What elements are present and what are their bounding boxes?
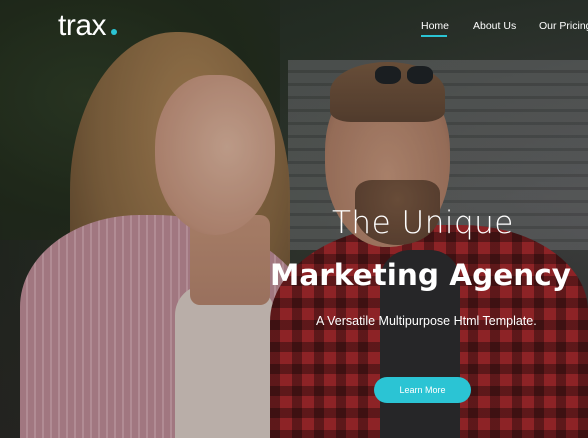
- hero-section: trax Home About Us Our Pricing The Uniqu…: [0, 0, 588, 438]
- nav-item-home[interactable]: Home: [421, 20, 449, 32]
- nav-item-our-pricing[interactable]: Our Pricing: [539, 20, 588, 32]
- nav-item-about-us[interactable]: About Us: [473, 20, 516, 32]
- hero-subtitle: A Versatile Multipurpose Html Template.: [316, 314, 537, 328]
- learn-more-button[interactable]: Learn More: [374, 377, 471, 403]
- hero-title-line2: Marketing Agency: [270, 258, 571, 292]
- main-nav: Home About Us Our Pricing: [0, 20, 588, 40]
- nav-active-underline: [421, 35, 447, 37]
- hero-title-line1: The Unique: [332, 205, 514, 241]
